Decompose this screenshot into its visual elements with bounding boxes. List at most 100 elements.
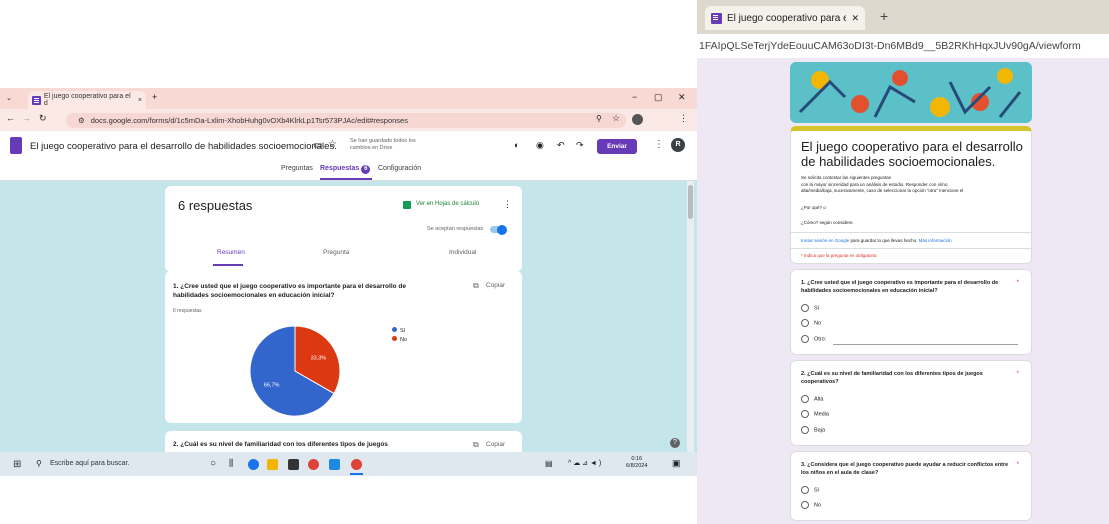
google-forms-logo-icon[interactable] bbox=[10, 137, 22, 154]
taskbar-search-icon[interactable]: ⚲ bbox=[36, 459, 42, 468]
minimize-button[interactable]: − bbox=[632, 92, 637, 102]
form-description-line-2: con la mayor sinceridad para un análisis… bbox=[801, 181, 949, 187]
subtab-individual[interactable]: Individual bbox=[449, 249, 476, 256]
right-tab-close-button[interactable]: ✕ bbox=[851, 13, 859, 24]
back-arrow-icon[interactable]: ← bbox=[6, 113, 15, 123]
forward-arrow-icon[interactable]: → bbox=[22, 113, 31, 123]
legend-item: Sí bbox=[392, 327, 407, 336]
move-to-folder-icon[interactable]: ▭ bbox=[313, 140, 322, 151]
tab-menu-chevron-icon[interactable]: ⌄ bbox=[6, 94, 12, 102]
header-divider bbox=[791, 232, 1031, 233]
file-explorer-icon[interactable] bbox=[267, 459, 278, 470]
save-status: Se han guardado todos los cambios en Dri… bbox=[350, 138, 416, 151]
maximize-button[interactable]: ▢ bbox=[654, 92, 663, 103]
avatar[interactable]: R bbox=[671, 138, 685, 152]
header-divider-2 bbox=[791, 248, 1031, 249]
customize-theme-icon[interactable]: ◐ bbox=[514, 140, 519, 150]
taskbar-clock[interactable]: 0:16 6/8/2024 bbox=[626, 456, 647, 470]
form-title-heading: El juego cooperativo para el desarrollo … bbox=[801, 139, 1023, 169]
radio-icon[interactable] bbox=[801, 335, 809, 343]
q3-option-si[interactable]: Sí bbox=[801, 486, 819, 494]
left-browser-tab[interactable]: El juego cooperativo para el d × bbox=[28, 91, 146, 109]
left-address-bar[interactable]: ⚙ docs.google.com/forms/d/1c5mDa-Lxlim-X… bbox=[66, 113, 626, 128]
undo-icon[interactable]: ↶ bbox=[557, 140, 565, 151]
q1-option-otro[interactable]: Otro: bbox=[801, 335, 826, 343]
q2-option-alta[interactable]: Alta bbox=[801, 395, 823, 403]
right-address-bar[interactable]: 1FAIpQLSeTerjYdeEouuCAM63oDI3t-Dn6MBd9__… bbox=[697, 34, 1109, 58]
store-icon[interactable] bbox=[329, 459, 340, 470]
forms-app-header: El juego cooperativo para el desarrollo … bbox=[0, 131, 697, 161]
left-new-tab-button[interactable]: + bbox=[152, 92, 157, 102]
q1-option-si[interactable]: Sí bbox=[801, 304, 819, 312]
radio-icon[interactable] bbox=[801, 319, 809, 327]
legend-swatch bbox=[392, 327, 397, 332]
radio-icon[interactable] bbox=[801, 304, 809, 312]
browser-menu-icon[interactable]: ⋮ bbox=[679, 113, 688, 124]
redo-icon[interactable]: ↷ bbox=[576, 140, 584, 151]
responses-menu-icon[interactable]: ⋮ bbox=[503, 199, 512, 210]
q2-option-media[interactable]: Media bbox=[801, 410, 829, 418]
preview-eye-icon[interactable]: ◉ bbox=[536, 140, 544, 151]
more-info-link[interactable]: Más información bbox=[919, 238, 952, 243]
notifications-icon[interactable]: ▣ bbox=[672, 458, 681, 469]
chrome-icon[interactable] bbox=[308, 459, 319, 470]
copy-chart-2-button[interactable]: Copiar bbox=[486, 441, 505, 448]
chrome-active-icon[interactable] bbox=[351, 459, 362, 470]
q2-option-baja-label: Baja bbox=[814, 427, 826, 434]
signin-text: para guardar lo que llevas hecho. bbox=[849, 238, 919, 243]
mail-icon[interactable] bbox=[288, 459, 299, 470]
radio-icon[interactable] bbox=[801, 501, 809, 509]
left-tab-title: El juego cooperativo para el d bbox=[43, 93, 131, 107]
task-view-icon[interactable]: ○ bbox=[210, 458, 216, 469]
q2-option-media-label: Media bbox=[814, 411, 829, 418]
left-scrollbar[interactable] bbox=[687, 181, 694, 452]
bookmark-star-icon[interactable]: ☆ bbox=[612, 113, 620, 124]
q1-other-input[interactable] bbox=[833, 344, 1018, 345]
subtab-summary[interactable]: Resumen bbox=[217, 249, 245, 256]
copy-chart-button[interactable]: Copiar bbox=[486, 282, 505, 289]
sheets-icon[interactable] bbox=[403, 201, 411, 209]
right-browser-tab[interactable]: El juego cooperativo para el des ✕ bbox=[705, 6, 865, 30]
windows-taskbar: ⊞ ⚲ Escribe aquí para buscar. ○ ⫼ ▤ ^ ☁ … bbox=[0, 452, 697, 476]
reload-icon[interactable]: ↻ bbox=[39, 113, 47, 124]
q3-option-no[interactable]: No bbox=[801, 501, 821, 509]
site-info-icon[interactable]: ⚙ bbox=[78, 116, 85, 125]
pie-legend: Sí No bbox=[392, 327, 407, 345]
taskbar-search-input[interactable]: Escribe aquí para buscar. bbox=[50, 460, 129, 467]
q2-option-baja[interactable]: Baja bbox=[801, 426, 825, 434]
radio-icon[interactable] bbox=[801, 486, 809, 494]
radio-icon[interactable] bbox=[801, 410, 809, 418]
right-new-tab-button[interactable]: + bbox=[880, 8, 888, 24]
radio-icon[interactable] bbox=[801, 395, 809, 403]
radio-icon[interactable] bbox=[801, 426, 809, 434]
star-icon[interactable]: ☆ bbox=[328, 139, 337, 150]
question-2-prompt: 2. ¿Cuál es su nivel de familiaridad con… bbox=[801, 371, 983, 385]
subtab-question[interactable]: Pregunta bbox=[323, 249, 349, 256]
copy-chart-2-icon[interactable]: ⧉ bbox=[473, 440, 479, 450]
left-tab-close-icon[interactable]: × bbox=[138, 97, 142, 104]
tab-questions[interactable]: Preguntas bbox=[281, 165, 313, 172]
right-browser-window: El juego cooperativo para el des ✕ + 1FA… bbox=[697, 0, 1109, 524]
left-scrollbar-thumb[interactable] bbox=[688, 185, 693, 219]
more-options-icon[interactable]: ⋮ bbox=[654, 139, 664, 150]
tab-settings[interactable]: Configuración bbox=[378, 165, 421, 172]
tab-responses[interactable]: Respuestas 6 bbox=[320, 165, 371, 174]
q1-option-no[interactable]: No bbox=[801, 319, 821, 327]
keyboard-icon[interactable]: ▤ bbox=[545, 459, 553, 468]
accepting-responses-toggle[interactable] bbox=[490, 224, 507, 235]
copy-chart-icon[interactable]: ⧉ bbox=[473, 281, 479, 291]
right-tab-strip: El juego cooperativo para el des ✕ + bbox=[697, 0, 1109, 34]
windows-start-icon[interactable]: ⊞ bbox=[13, 459, 21, 470]
edge-browser-icon[interactable] bbox=[248, 459, 259, 470]
profile-icon[interactable] bbox=[632, 114, 643, 125]
required-note: * Indica que la pregunta es obligatoria bbox=[801, 253, 877, 258]
widgets-icon[interactable]: ⫼ bbox=[229, 458, 233, 469]
form-title[interactable]: El juego cooperativo para el desarrollo … bbox=[30, 141, 337, 152]
view-in-sheets-link[interactable]: Ver en Hojas de cálculo bbox=[416, 201, 479, 207]
help-icon[interactable]: ? bbox=[670, 438, 680, 448]
send-button[interactable]: Enviar bbox=[597, 139, 637, 154]
zoom-icon[interactable]: ⚲ bbox=[596, 114, 602, 123]
close-window-button[interactable]: ✕ bbox=[678, 92, 686, 103]
system-tray-icons[interactable]: ^ ☁ ⊿ ◄ ) bbox=[568, 459, 601, 467]
signin-link[interactable]: Iniciar sesión en Google bbox=[801, 238, 849, 243]
